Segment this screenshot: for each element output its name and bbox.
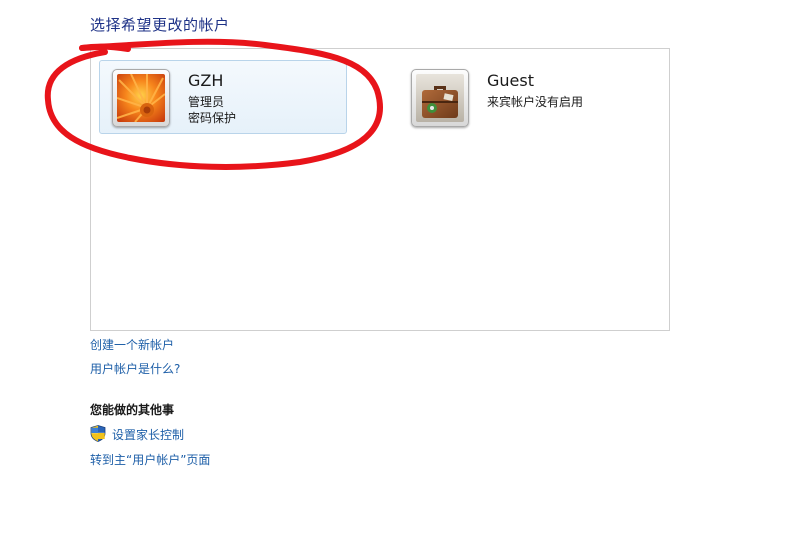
goto-main-user-accounts-link[interactable]: 转到主“用户帐户”页面	[90, 451, 210, 468]
account-tile-gzh[interactable]: GZH 管理员 密码保护	[99, 60, 347, 134]
accounts-panel: GZH 管理员 密码保护 Guest 来宾帐户没有启用	[90, 48, 670, 331]
uac-shield-icon	[90, 425, 106, 442]
account-type-gzh: 管理员	[188, 95, 225, 109]
suitcase-picture-icon	[416, 74, 464, 122]
account-name-guest: Guest	[487, 71, 534, 90]
what-is-user-account-link[interactable]: 用户帐户是什么?	[90, 360, 180, 377]
account-name-gzh: GZH	[188, 71, 224, 90]
account-tile-guest[interactable]: Guest 来宾帐户没有启用	[398, 60, 646, 134]
other-tasks-heading: 您能做的其他事	[90, 403, 175, 417]
avatar-guest	[411, 69, 469, 127]
parental-controls-link[interactable]: 设置家长控制	[112, 426, 184, 443]
create-account-link[interactable]: 创建一个新帐户	[90, 336, 174, 353]
orange-flower-picture-icon	[117, 74, 165, 122]
page-title: 选择希望更改的帐户	[90, 16, 230, 34]
account-status-guest: 来宾帐户没有启用	[487, 95, 584, 109]
account-status-gzh: 密码保护	[188, 111, 237, 125]
avatar-gzh	[112, 69, 170, 127]
